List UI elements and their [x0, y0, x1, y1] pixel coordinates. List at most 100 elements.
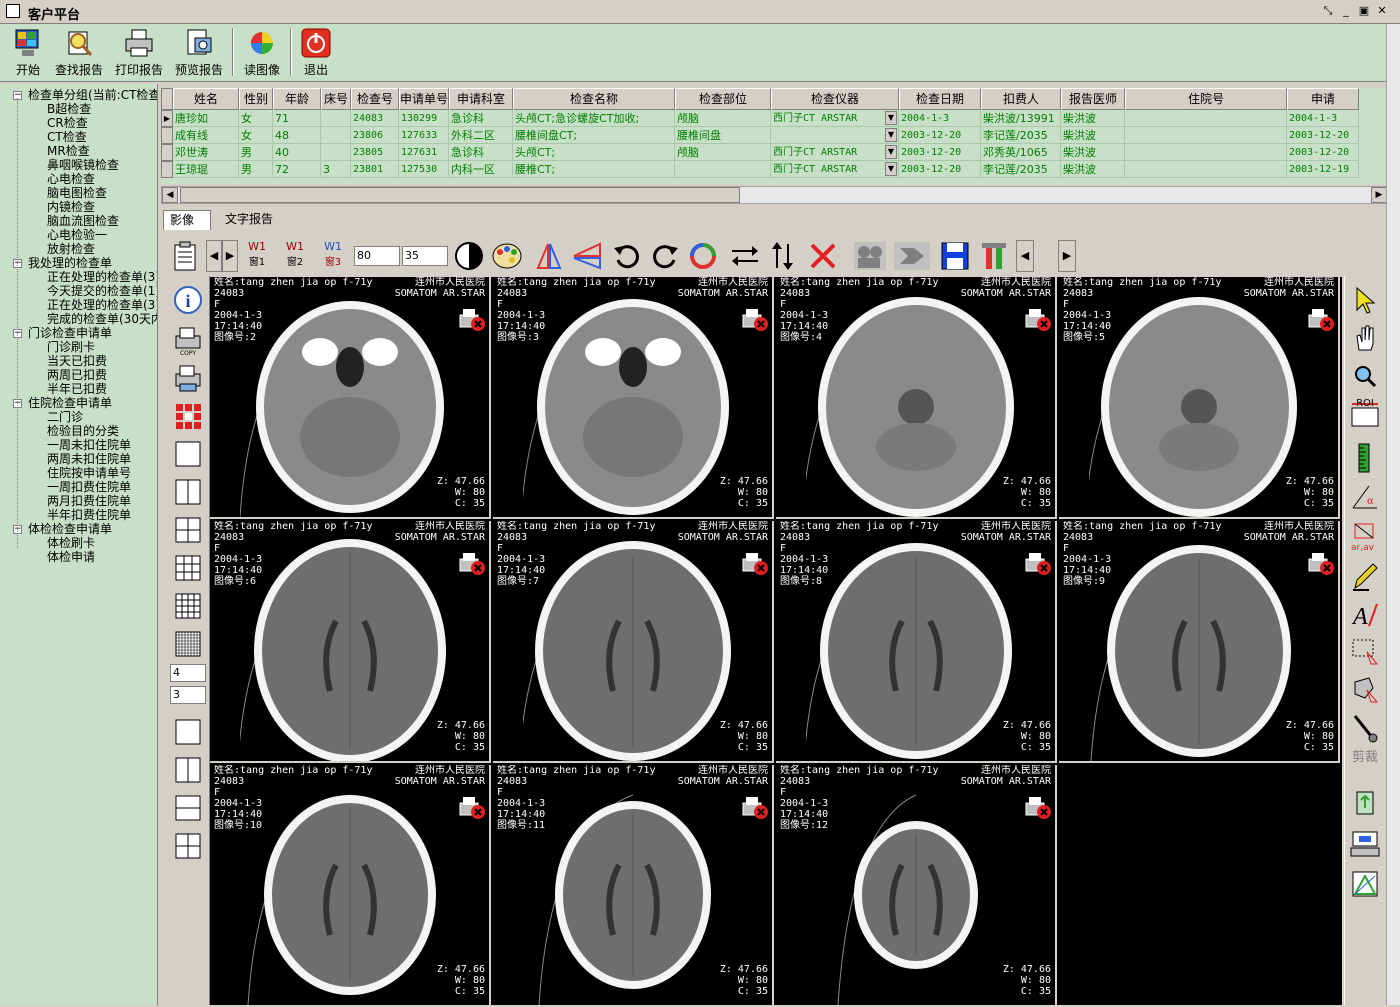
grid-cell[interactable]: 127633: [399, 127, 449, 144]
grid-cell[interactable]: 71: [273, 110, 321, 127]
ct-image-tile[interactable]: 姓名:tang zhen jia op f-71y 24083 F 2004-1-3 1…: [493, 765, 774, 1007]
grid-cell[interactable]: 邓世涛: [173, 144, 239, 161]
dropdown-arrow-icon[interactable]: ▼: [885, 111, 897, 125]
tree-item[interactable]: 当天已扣费: [47, 354, 107, 368]
ct-image-tile[interactable]: 姓名:tang zhen jia op f-71y 24083 F 2004-1-3 1…: [1059, 277, 1340, 519]
grid-cell[interactable]: 男: [239, 144, 273, 161]
grid-cell[interactable]: [321, 127, 351, 144]
grid-cell[interactable]: 颅脑: [675, 110, 771, 127]
pointer-icon[interactable]: [1349, 284, 1381, 316]
print-mark-icon[interactable]: [742, 551, 768, 577]
scroll-thumb[interactable]: [180, 187, 740, 203]
print-report-button[interactable]: 打印报告: [112, 26, 166, 78]
grid-column-header[interactable]: 申请科室: [449, 88, 513, 110]
text-icon[interactable]: A: [1349, 598, 1381, 630]
print-mark-icon[interactable]: [1025, 551, 1051, 577]
grid-cell[interactable]: [1125, 110, 1287, 127]
palette-icon[interactable]: [490, 240, 524, 272]
grid-cell[interactable]: 2003-12-20: [1287, 144, 1359, 161]
tree-item[interactable]: 鼻咽喉镜检查: [47, 158, 119, 172]
row-indicator-icon[interactable]: ▶: [161, 110, 173, 127]
grid-cell[interactable]: [771, 127, 899, 144]
toolbar-scroll-left-icon[interactable]: ◀: [1016, 240, 1034, 272]
grid-cell[interactable]: 2004-1-3: [1287, 110, 1359, 127]
grid-cell[interactable]: 西门子CT ARSTAR: [771, 161, 899, 178]
grid-cell[interactable]: 2004-1-3: [899, 110, 981, 127]
maximize-button[interactable]: ▣: [1356, 4, 1372, 18]
tree-group[interactable]: 门诊检查申请单: [28, 326, 112, 340]
grid-cell[interactable]: 2003-12-20: [1287, 127, 1359, 144]
grid-cell[interactable]: [321, 144, 351, 161]
read-image-button[interactable]: 读图像: [240, 26, 284, 78]
area-measure-icon[interactable]: ar,av: [1349, 520, 1381, 552]
grid-column-header[interactable]: 检查部位: [675, 88, 771, 110]
grid-horizontal-scrollbar[interactable]: ◀ ▶: [161, 186, 1388, 204]
restore-icon[interactable]: ⤡: [1320, 4, 1336, 18]
tree-item[interactable]: 完成的检查单(30天内): [47, 312, 157, 326]
window2-button[interactable]: W1 窗2: [278, 240, 312, 272]
grid-cell[interactable]: 2003-12-20: [899, 161, 981, 178]
tree-item[interactable]: 心电检查: [47, 172, 95, 186]
split-horizontal-icon[interactable]: [172, 792, 204, 824]
tree-item[interactable]: CT检查: [47, 130, 87, 144]
select-free-icon[interactable]: [1349, 674, 1381, 706]
grid-cell[interactable]: 48: [273, 127, 321, 144]
row-indicator-icon[interactable]: [161, 144, 173, 161]
grid-cell[interactable]: 腰椎间盘: [675, 127, 771, 144]
layout-1x2-icon[interactable]: [172, 476, 204, 508]
print-icon[interactable]: [172, 362, 204, 394]
grid-cell[interactable]: 邓秀英/1065: [981, 144, 1061, 161]
forward-icon[interactable]: [892, 240, 932, 272]
grid-column-header[interactable]: 申请单号: [399, 88, 449, 110]
preview-report-button[interactable]: 预览报告: [172, 26, 226, 78]
tree-item[interactable]: 半年已扣费: [47, 382, 107, 396]
grid-cell[interactable]: 女: [239, 110, 273, 127]
grid-column-header[interactable]: 床号: [321, 88, 351, 110]
ct-image-tile[interactable]: 姓名:tang zhen jia op f-71y 24083 F 2004-1-3 1…: [776, 765, 1057, 1007]
reset-color-icon[interactable]: [686, 240, 720, 272]
grid-cell[interactable]: 颅脑: [675, 144, 771, 161]
tree-item[interactable]: 二门诊: [47, 410, 83, 424]
layout-3x3-icon[interactable]: [172, 552, 204, 584]
grid-cell[interactable]: [1125, 144, 1287, 161]
grid-cell[interactable]: 唐珍如: [173, 110, 239, 127]
split-quad-icon[interactable]: [172, 830, 204, 862]
grid-cell[interactable]: 130299: [399, 110, 449, 127]
tree-item[interactable]: 两月扣费住院单: [47, 494, 131, 508]
select-rect-icon[interactable]: [1349, 636, 1381, 668]
layout-1x1-icon[interactable]: [172, 438, 204, 470]
tree-item[interactable]: 脑血流图检查: [47, 214, 119, 228]
info-icon[interactable]: i: [172, 284, 204, 316]
dropdown-arrow-icon[interactable]: ▼: [885, 128, 897, 142]
zoom-icon[interactable]: [1349, 360, 1381, 392]
grid-cell[interactable]: 柴洪波: [1061, 144, 1125, 161]
print-mark-icon[interactable]: [1025, 307, 1051, 333]
grid-cell[interactable]: 23801: [351, 161, 399, 178]
print-mark-icon[interactable]: [742, 795, 768, 821]
grid-cell[interactable]: 外科二区: [449, 127, 513, 144]
print-mark-icon[interactable]: [1025, 795, 1051, 821]
grid-cell[interactable]: 40: [273, 144, 321, 161]
grid-cell[interactable]: 男: [239, 161, 273, 178]
grid-cell[interactable]: [675, 161, 771, 178]
ct-image-viewer[interactable]: 姓名:tang zhen jia op f-71y 24083 F 2004-1-3 1…: [210, 277, 1342, 1007]
grid-cell[interactable]: 柴洪波: [1061, 110, 1125, 127]
grid-column-header[interactable]: 申请: [1287, 88, 1359, 110]
tree-item[interactable]: 检验目的分类: [47, 424, 119, 438]
copy-print-icon[interactable]: COPY: [172, 324, 204, 356]
grid-cell[interactable]: 女: [239, 127, 273, 144]
swap-vertical-icon[interactable]: [766, 240, 800, 272]
dropdown-arrow-icon[interactable]: ▼: [885, 162, 897, 176]
dropdown-arrow-icon[interactable]: ▼: [885, 145, 897, 159]
rotate-left-icon[interactable]: [610, 240, 644, 272]
tools-icon[interactable]: [978, 240, 1012, 272]
grid-cell[interactable]: 李记莲/2035: [981, 127, 1061, 144]
grid-cell[interactable]: 腰椎CT;: [513, 161, 675, 178]
tab-image[interactable]: 影像: [163, 210, 211, 230]
tree-group[interactable]: 住院检查申请单: [28, 396, 112, 410]
tree-item[interactable]: 内镜检查: [47, 200, 95, 214]
ruler-icon[interactable]: [1349, 442, 1381, 474]
ct-image-tile[interactable]: 姓名:tang zhen jia op f-71y 24083 F 2004-1-3 1…: [1059, 521, 1340, 763]
grid-cell[interactable]: 西门子CT ARSTAR: [771, 110, 899, 127]
grid-column-header[interactable]: 性别: [239, 88, 273, 110]
